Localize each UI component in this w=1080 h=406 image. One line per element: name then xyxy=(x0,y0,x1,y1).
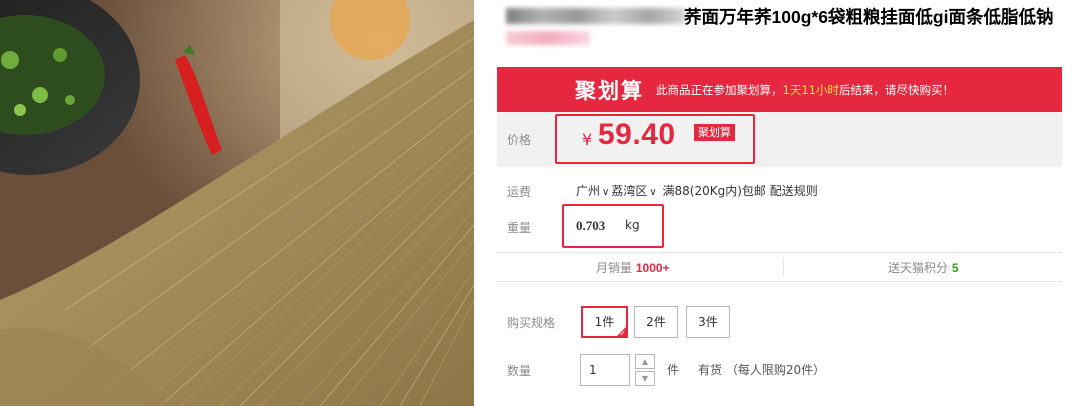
sales-divider xyxy=(783,258,784,276)
shipping-label: 运费 xyxy=(507,185,532,199)
juhuasuan-logo: 聚划算 xyxy=(575,78,644,103)
product-image xyxy=(0,0,474,406)
quantity-label: 数量 xyxy=(507,364,532,378)
sales-row xyxy=(497,252,1062,282)
spec-option-label: 1件 xyxy=(594,315,615,329)
tmall-points-label: 送天猫积分 xyxy=(888,261,949,275)
chevron-down-icon: ∨ xyxy=(649,187,657,198)
monthly-sales-label: 月销量 xyxy=(596,261,633,275)
chevron-up-icon: ▲ xyxy=(641,357,649,366)
weight-label: 重量 xyxy=(507,221,532,235)
quantity-input[interactable]: 1 xyxy=(580,354,630,386)
juhuasuan-banner: 聚划算 此商品正在参加聚划算，1天11小时后结束，请尽快购买！ xyxy=(497,67,1062,112)
banner-text-before: 此商品正在参加聚划算， xyxy=(656,82,783,97)
city-name: 广州 xyxy=(576,184,601,198)
quantity-decrease-button[interactable]: ▼ xyxy=(635,371,655,386)
spec-option-label: 2件 xyxy=(646,315,666,329)
title-redacted xyxy=(506,8,686,24)
banner-countdown: 1天11小时 xyxy=(782,82,839,97)
quantity-increase-button[interactable]: ▲ xyxy=(635,354,655,369)
city-selector[interactable]: 广州 ∨ xyxy=(576,184,611,198)
weight-value: 0.703 xyxy=(576,218,606,233)
spec-option-1[interactable]: 1件 ✓ xyxy=(581,306,628,338)
monthly-sales: 月销量 1000+ xyxy=(596,259,670,276)
banner-message: 此商品正在参加聚划算，1天11小时后结束，请尽快购买！ xyxy=(656,82,954,98)
check-icon: ✓ xyxy=(619,329,626,338)
spec-option-label: 3件 xyxy=(698,315,718,329)
price-currency: ¥ xyxy=(582,130,593,149)
district-selector[interactable]: 荔湾区 ∨ xyxy=(611,184,658,198)
spec-label: 购买规格 xyxy=(507,316,556,330)
chevron-down-icon: ▼ xyxy=(641,374,649,383)
weight-unit: kg xyxy=(625,218,640,232)
noodle-illustration xyxy=(0,0,474,406)
product-title: 荞面万年荞100g*6袋粗粮挂面低gi面条低脂低钠 xyxy=(684,7,1054,27)
title-line2-redacted xyxy=(506,31,590,45)
chevron-down-icon: ∨ xyxy=(602,187,610,198)
shipping-rule[interactable]: 满88(20Kg内)包邮 配送规则 xyxy=(663,184,818,198)
spec-option-2[interactable]: 2件 xyxy=(634,306,678,338)
stock-status: 有货 （每人限购20件） xyxy=(698,363,826,377)
tmall-points-value: 5 xyxy=(951,261,959,275)
shipping-info: 广州 ∨ 荔湾区 ∨ 满88(20Kg内)包邮 配送规则 xyxy=(576,182,818,199)
district-name: 荔湾区 xyxy=(611,184,648,198)
tmall-points: 送天猫积分 5 xyxy=(888,259,959,276)
quantity-unit: 件 xyxy=(667,363,680,377)
price-tag: 聚划算 xyxy=(694,124,735,141)
price-label: 价格 xyxy=(507,133,532,147)
banner-text-after: 后结束，请尽快购买！ xyxy=(838,82,954,97)
spec-option-3[interactable]: 3件 xyxy=(686,306,730,338)
price-value: 59.40 xyxy=(598,118,676,151)
monthly-sales-value: 1000+ xyxy=(635,261,670,275)
